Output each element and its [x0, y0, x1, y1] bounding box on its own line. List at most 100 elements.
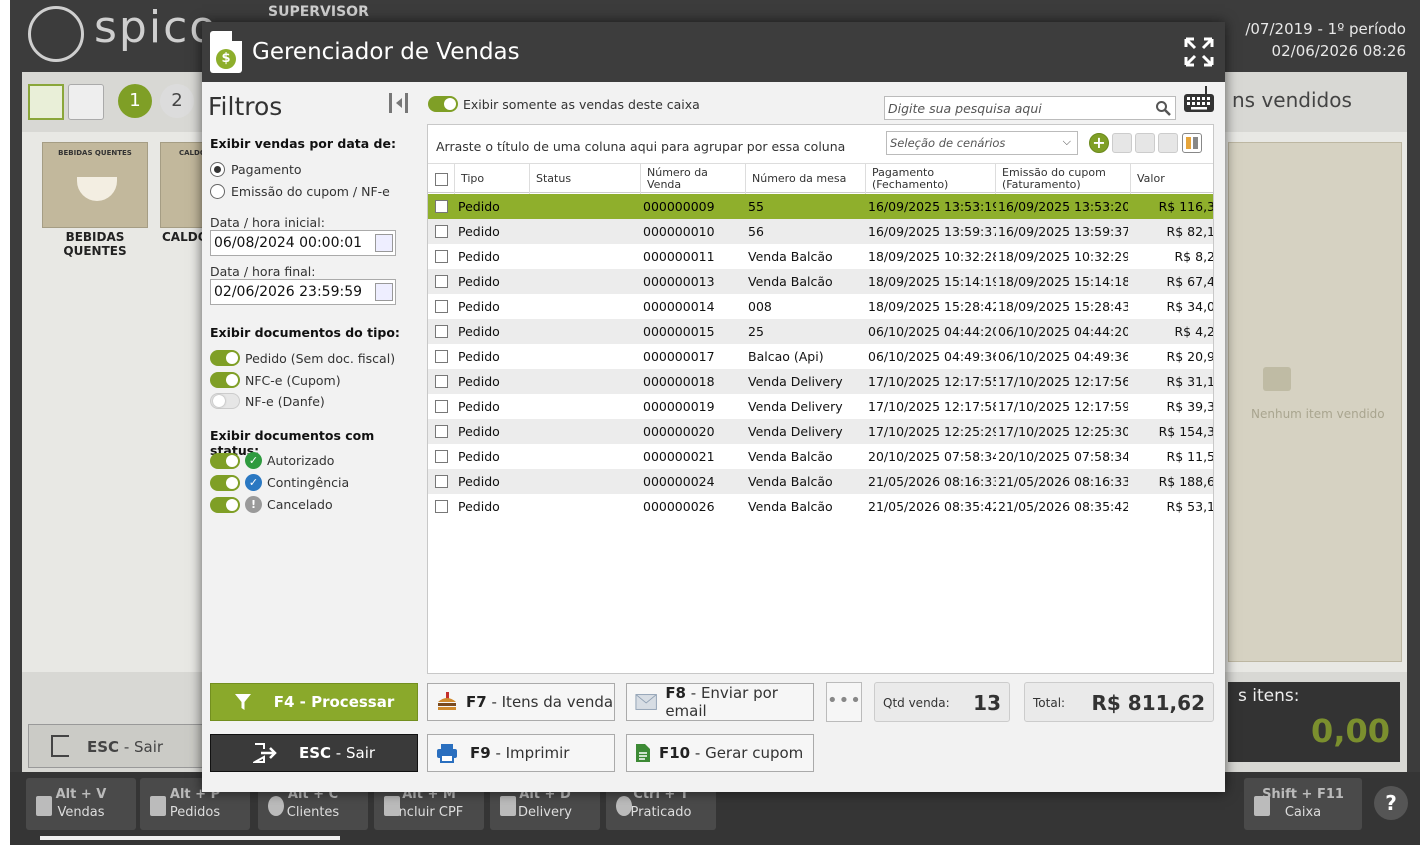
start-date-field[interactable]: 06/08/2024 00:00:01 [210, 230, 396, 256]
cell-status [534, 194, 638, 219]
zoom-icon[interactable] [68, 84, 104, 120]
col-header-status[interactable]: Status [529, 164, 640, 194]
cell-emissao: 18/09/2025 10:32:29 [998, 249, 1128, 264]
col-header-numero-mesa[interactable]: Número da mesa [745, 164, 865, 194]
row-checkbox[interactable] [435, 400, 448, 413]
table-row[interactable]: Pedido 000000026 Venda Balcão 21/05/2026 08… [428, 494, 1213, 519]
toggle-switch[interactable] [210, 350, 240, 366]
cell-pagamento: 21/05/2026 08:35:42 [868, 499, 996, 514]
search-input[interactable]: Digite sua pesquisa aqui [884, 96, 1176, 120]
toggle-pedido[interactable]: Pedido (Sem doc. fiscal) [210, 350, 395, 366]
bg-exit-button[interactable]: ESC - Sair [28, 724, 208, 768]
col-header-numero-venda[interactable]: Número da Venda [640, 164, 745, 194]
table-row[interactable]: Pedido 000000014 008 18/09/2025 15:28:42 18/… [428, 294, 1213, 319]
collapse-panel-icon[interactable] [387, 92, 409, 114]
table-row[interactable]: Pedido 000000009 55 16/09/2025 13:53:19 16/0… [428, 194, 1213, 219]
cell-numero-venda: 000000015 [643, 324, 715, 339]
total-label: Total: [1033, 696, 1066, 710]
cell-numero-mesa: Venda Balcão [748, 449, 833, 464]
toggle-switch[interactable] [210, 452, 240, 469]
scrollbar[interactable] [40, 836, 340, 840]
table-row[interactable]: Pedido 000000015 25 06/10/2025 04:44:20 06/1… [428, 319, 1213, 344]
keyboard-icon[interactable] [1182, 84, 1216, 116]
toggle-switch[interactable] [210, 393, 240, 409]
end-date-field[interactable]: 02/06/2026 23:59:59 [210, 279, 396, 305]
toggle-nfce[interactable]: NFC-e (Cupom) [210, 372, 341, 388]
table-row[interactable]: Pedido 000000021 Venda Balcão 20/10/2025 07… [428, 444, 1213, 469]
table-row[interactable]: Pedido 000000024 Venda Balcão 21/05/2026 08… [428, 469, 1213, 494]
toggle-nfe[interactable]: NF-e (Danfe) [210, 393, 325, 409]
row-checkbox[interactable] [435, 450, 448, 463]
table-row[interactable]: Pedido 000000010 56 16/09/2025 13:59:37 16/0… [428, 219, 1213, 244]
help-button[interactable]: ? [1374, 786, 1408, 820]
cell-valor: R$ 67,4 [1166, 274, 1214, 289]
row-checkbox[interactable] [435, 475, 448, 488]
row-checkbox[interactable] [435, 200, 448, 213]
toggle-autorizado[interactable]: ✓ Autorizado [210, 452, 334, 469]
items-sold-area: Nenhum item vendido [1228, 142, 1402, 662]
edit-scenario-icon[interactable] [1112, 133, 1132, 153]
generate-coupon-button[interactable]: F10 - Gerar cupom [626, 734, 814, 772]
only-this-register-toggle[interactable]: Exibir somente as vendas deste caixa [428, 96, 700, 112]
cell-valor: R$ 34,0 [1166, 299, 1214, 314]
col-header-pagamento[interactable]: Pagamento (Fechamento) [865, 164, 995, 194]
date-section-title: Exibir vendas por data de: [210, 136, 396, 151]
row-checkbox[interactable] [435, 500, 448, 513]
add-scenario-button[interactable]: + [1089, 133, 1109, 153]
table-row[interactable]: Pedido 000000013 Venda Balcão 18/09/2025 15… [428, 269, 1213, 294]
page-1-button[interactable]: 1 [118, 84, 152, 118]
columns-icon[interactable] [1182, 133, 1202, 153]
print-button[interactable]: F9 - Imprimir [427, 734, 615, 772]
process-button[interactable]: F4 - Processar [210, 683, 418, 721]
row-checkbox[interactable] [435, 375, 448, 388]
toggle-switch[interactable] [210, 372, 240, 388]
page-2-button[interactable]: 2 [160, 84, 194, 118]
toggle-switch[interactable] [210, 496, 240, 513]
exit-button[interactable]: ESC - Sair [210, 734, 418, 772]
row-checkbox[interactable] [435, 425, 448, 438]
exit-label: - Sair [119, 738, 164, 756]
toggle-switch[interactable] [210, 474, 240, 491]
table-row[interactable]: Pedido 000000017 Balcao (Api) 06/10/2025 04… [428, 344, 1213, 369]
delete-scenario-icon[interactable] [1135, 133, 1155, 153]
cell-numero-venda: 000000021 [643, 449, 715, 464]
table-row[interactable]: Pedido 000000018 Venda Delivery 17/10/2025 … [428, 369, 1213, 394]
scenario-select[interactable]: Seleção de cenários ⌵ [886, 131, 1078, 155]
toggle-contingencia[interactable]: ✓ Contingência [210, 474, 349, 491]
shortcut-vendas-button[interactable]: Alt + V Vendas [26, 778, 136, 830]
calculator-icon[interactable] [28, 84, 64, 120]
calendar-icon[interactable] [375, 283, 393, 301]
col-header-emissao[interactable]: Emissão do cupom (Faturamento) [995, 164, 1130, 194]
calendar-icon[interactable] [375, 234, 393, 252]
row-checkbox[interactable] [435, 325, 448, 338]
items-total-value: 0,00 [1311, 712, 1390, 750]
row-checkbox[interactable] [435, 275, 448, 288]
select-all-checkbox[interactable] [435, 173, 448, 186]
maximize-icon[interactable] [1183, 36, 1215, 68]
table-row[interactable]: Pedido 000000020 Venda Delivery 17/10/2025 … [428, 419, 1213, 444]
table-row[interactable]: Pedido 000000019 Venda Delivery 17/10/2025 … [428, 394, 1213, 419]
toggle-switch[interactable] [428, 96, 458, 112]
toggle-cancelado[interactable]: ! Cancelado [210, 496, 333, 513]
save-scenario-icon[interactable] [1158, 133, 1178, 153]
row-checkbox[interactable] [435, 225, 448, 238]
col-header-valor[interactable]: Valor [1130, 164, 1213, 194]
table-row[interactable]: Pedido 000000011 Venda Balcão 18/09/2025 10… [428, 244, 1213, 269]
more-options-button[interactable]: ••• [826, 682, 862, 722]
shortcut-caixa-button[interactable]: Shift + F11 Caixa [1244, 778, 1362, 830]
category-card[interactable]: BEBIDAS QUENTES [42, 142, 148, 228]
radio-emission[interactable]: Emissão do cupom / NF-e [210, 184, 390, 199]
row-checkbox[interactable] [435, 300, 448, 313]
cell-tipo: Pedido [458, 374, 500, 389]
items-of-sale-button[interactable]: F7 - Itens da venda [427, 683, 615, 721]
col-header-tipo[interactable]: Tipo [454, 164, 529, 194]
radio-payment[interactable]: Pagamento [210, 162, 302, 177]
send-email-button[interactable]: F8 - Enviar por email [626, 683, 814, 721]
envelope-icon [635, 694, 657, 710]
cell-pagamento: 06/10/2025 04:49:36 [868, 349, 996, 364]
search-icon[interactable] [1155, 100, 1171, 116]
start-date-label: Data / hora inicial: [210, 215, 325, 230]
row-checkbox[interactable] [435, 350, 448, 363]
cell-pagamento: 18/09/2025 10:32:28 [868, 249, 996, 264]
row-checkbox[interactable] [435, 250, 448, 263]
